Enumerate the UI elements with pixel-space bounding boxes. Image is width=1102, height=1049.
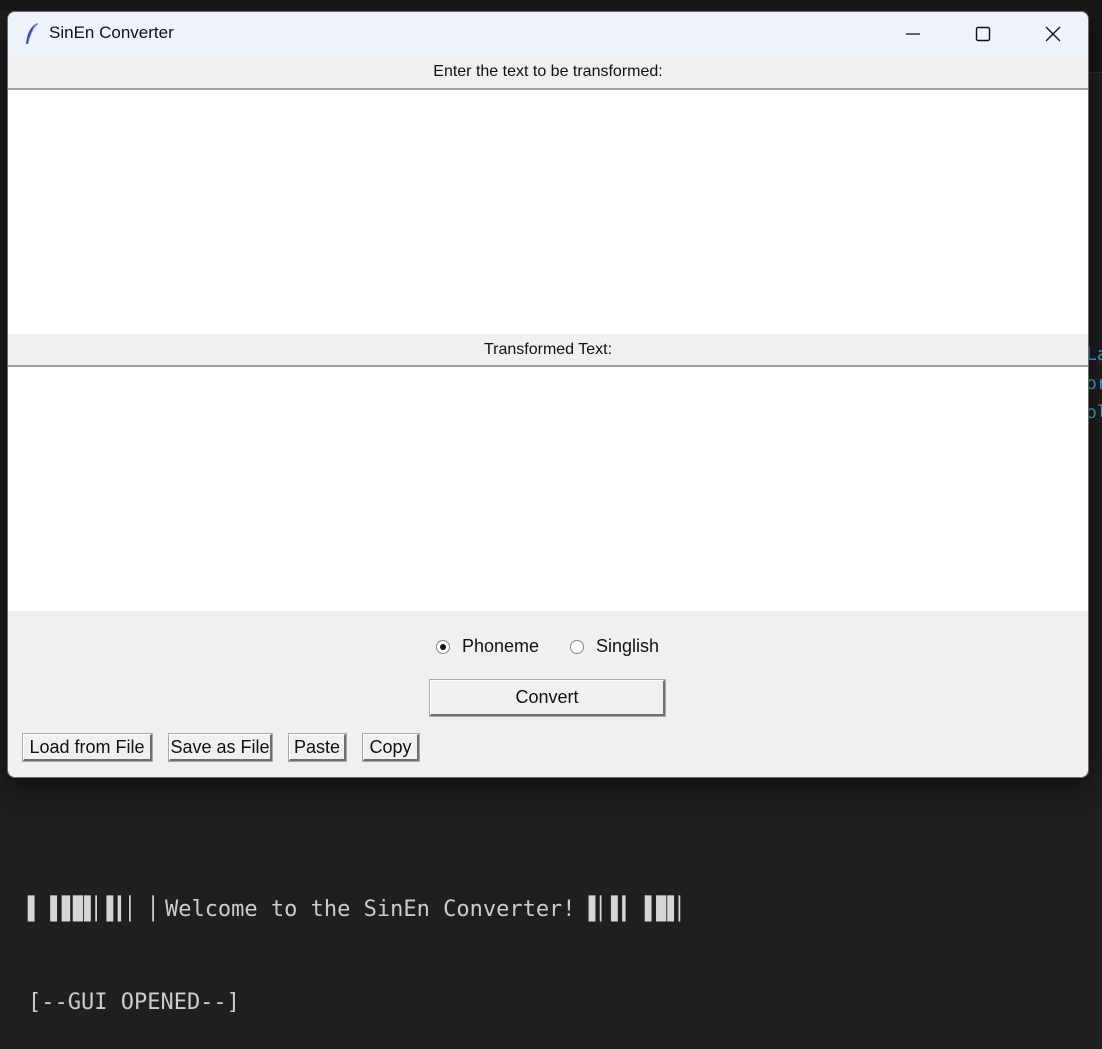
maximize-button[interactable] <box>948 12 1018 56</box>
close-button[interactable] <box>1018 12 1088 56</box>
radio-unchecked-icon <box>570 639 584 654</box>
output-label: Transformed Text: <box>483 341 613 358</box>
radio-singlish-label: Singlish <box>596 636 660 656</box>
editor-top-bar <box>0 0 1102 10</box>
app-window: SinEn Converter Enter the text to be tra… <box>7 11 1089 778</box>
minimize-icon <box>906 33 920 35</box>
welcome-message: Welcome to the SinEn Converter! <box>164 897 576 922</box>
paste-button[interactable]: Paste <box>288 733 347 762</box>
convert-button[interactable]: Convert <box>429 679 666 717</box>
title-bar[interactable]: SinEn Converter <box>8 12 1088 56</box>
radio-phoneme[interactable]: Phoneme <box>436 636 539 657</box>
radio-phoneme-label: Phoneme <box>462 636 540 656</box>
radio-singlish[interactable]: Singlish <box>570 636 659 657</box>
maximize-icon <box>975 26 991 42</box>
window-title: SinEn Converter <box>49 23 174 42</box>
input-textarea[interactable] <box>8 88 1088 334</box>
close-icon <box>1045 26 1061 42</box>
radio-checked-icon <box>436 639 450 654</box>
input-label: Enter the text to be transformed: <box>433 63 663 80</box>
copy-button[interactable]: Copy <box>362 733 420 762</box>
barcode-decoration-right: ▌▏▌▎▕▌▊▌▏ <box>588 897 692 922</box>
mode-radio-group: Phoneme Singlish <box>8 632 1088 660</box>
editor-tab-bar <box>1088 10 1102 73</box>
load-from-file-button[interactable]: Load from File <box>22 733 153 762</box>
feather-icon <box>26 22 38 45</box>
terminal-welcome-line: ▌▕▌▋▊▌▏▌▎▏▕ Welcome to the SinEn Convert… <box>28 894 1088 925</box>
terminal-status-line: [--GUI OPENED--] <box>28 990 240 1015</box>
barcode-decoration-left: ▌▕▌▋▊▌▏▌▎▏▕ <box>28 897 154 922</box>
minimize-button[interactable] <box>878 12 948 56</box>
output-textarea[interactable] <box>8 365 1088 611</box>
terminal-output: ▌▕▌▋▊▌▏▌▎▏▕ Welcome to the SinEn Convert… <box>28 832 1088 1049</box>
save-as-file-button[interactable]: Save as File <box>168 733 273 762</box>
